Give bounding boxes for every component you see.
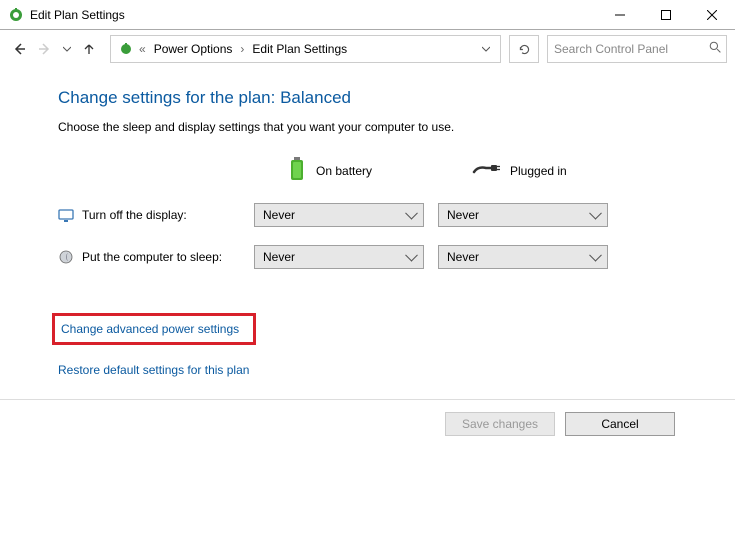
- chevron-right-icon: ›: [238, 42, 246, 56]
- display-label-text: Turn off the display:: [82, 208, 187, 222]
- settings-grid: On battery Plugged in Turn off the displ…: [58, 156, 725, 269]
- minimize-button[interactable]: [597, 0, 643, 30]
- links-section: Change advanced power settings Restore d…: [58, 313, 725, 377]
- battery-icon: [288, 156, 306, 185]
- breadcrumb-sep: «: [137, 42, 148, 56]
- up-button[interactable]: [78, 35, 100, 63]
- plug-icon: [472, 162, 500, 179]
- window-title: Edit Plan Settings: [30, 8, 125, 22]
- display-plugged-select[interactable]: Never: [438, 203, 608, 227]
- nav-bar: « Power Options › Edit Plan Settings: [0, 30, 735, 68]
- footer-buttons: Save changes Cancel: [0, 400, 735, 436]
- display-row-label: Turn off the display:: [58, 207, 240, 223]
- search-input[interactable]: [554, 42, 709, 56]
- breadcrumb-power-options[interactable]: Power Options: [150, 42, 237, 56]
- page-subtitle: Choose the sleep and display settings th…: [58, 120, 725, 134]
- address-bar[interactable]: « Power Options › Edit Plan Settings: [110, 35, 501, 63]
- search-icon: [709, 41, 722, 57]
- titlebar: Edit Plan Settings: [0, 0, 735, 30]
- search-box[interactable]: [547, 35, 727, 63]
- app-icon: [8, 7, 24, 23]
- sleep-plugged-select[interactable]: Never: [438, 245, 608, 269]
- change-advanced-link[interactable]: Change advanced power settings: [61, 322, 239, 336]
- sleep-battery-select[interactable]: Never: [254, 245, 424, 269]
- breadcrumb-edit-plan[interactable]: Edit Plan Settings: [248, 42, 351, 56]
- monitor-icon: [58, 207, 74, 223]
- window-controls: [597, 0, 735, 30]
- restore-defaults-link[interactable]: Restore default settings for this plan: [58, 363, 725, 377]
- highlighted-link-box: Change advanced power settings: [52, 313, 256, 345]
- display-battery-select[interactable]: Never: [254, 203, 424, 227]
- forward-button[interactable]: [34, 35, 56, 63]
- plugged-in-header: Plugged in: [438, 162, 608, 179]
- refresh-button[interactable]: [509, 35, 539, 63]
- back-button[interactable]: [8, 35, 30, 63]
- power-icon: [117, 41, 135, 57]
- close-button[interactable]: [689, 0, 735, 30]
- on-battery-label: On battery: [316, 164, 372, 178]
- address-dropdown[interactable]: [472, 45, 500, 53]
- sleep-row-label: Put the computer to sleep:: [58, 249, 240, 265]
- save-button[interactable]: Save changes: [445, 412, 555, 436]
- page-title: Change settings for the plan: Balanced: [58, 88, 725, 108]
- recent-dropdown[interactable]: [60, 45, 74, 53]
- sleep-label-text: Put the computer to sleep:: [82, 250, 222, 264]
- moon-icon: [58, 249, 74, 265]
- plugged-in-label: Plugged in: [510, 164, 567, 178]
- on-battery-header: On battery: [254, 156, 424, 185]
- maximize-button[interactable]: [643, 0, 689, 30]
- content-area: Change settings for the plan: Balanced C…: [0, 68, 735, 377]
- cancel-button[interactable]: Cancel: [565, 412, 675, 436]
